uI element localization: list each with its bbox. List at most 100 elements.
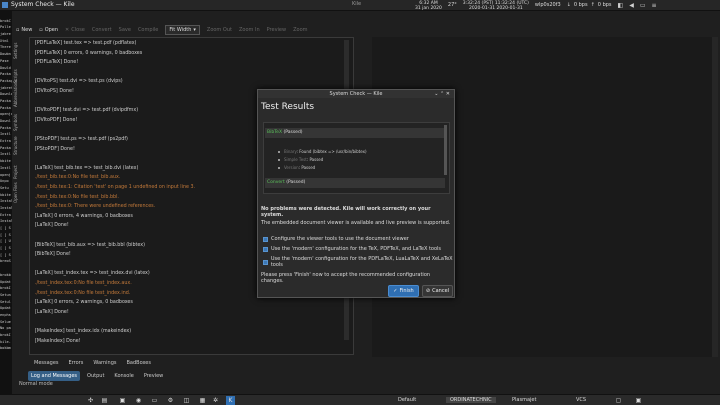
active-window-title: System Check — Kile bbox=[11, 1, 75, 8]
terminal-line: Downlo bbox=[0, 92, 12, 97]
app-grid-icon[interactable]: ▦ bbox=[198, 396, 207, 405]
terminal-panel[interactable]: brokC Polle jabre Xtml There Dowbn Pase Dowld Pa… bbox=[0, 11, 12, 394]
cancel-button[interactable]: ⊘ Cancel bbox=[422, 285, 453, 297]
side-tab[interactable]: Open Files bbox=[13, 182, 18, 203]
side-tab[interactable]: Project bbox=[13, 165, 18, 179]
minimize-icon[interactable]: ⌄ bbox=[434, 91, 438, 97]
network-icon[interactable]: ◧ bbox=[618, 2, 624, 9]
tab-konsole[interactable]: Konsole bbox=[111, 371, 136, 381]
cancel-icon: ⊘ bbox=[425, 288, 431, 294]
tab-preview[interactable]: Preview bbox=[141, 371, 166, 381]
new-icon: ▫ bbox=[16, 26, 20, 33]
terminal-line: Instl bbox=[0, 152, 11, 157]
terminal-line: [ ] U bbox=[0, 239, 11, 244]
tab-badboxes[interactable]: BadBoxes bbox=[127, 360, 152, 366]
workspace-default[interactable]: Default bbox=[398, 397, 416, 403]
save-button[interactable]: Save bbox=[119, 27, 131, 33]
log-line: [PStoPDF] test.ps => test.pdf (ps2pdf) bbox=[35, 137, 128, 142]
bibtex-status: (Passed) bbox=[283, 130, 303, 135]
terminal-line: Packag bbox=[0, 78, 12, 83]
show-desktop-icon[interactable]: ▢ bbox=[614, 396, 623, 405]
tab-errors[interactable]: Errors bbox=[69, 360, 84, 366]
side-tab[interactable]: Structure bbox=[13, 136, 18, 155]
workspace-vcs[interactable]: VCS bbox=[576, 397, 586, 403]
files-icon[interactable]: ▤ bbox=[100, 396, 109, 405]
terminal-line: [ ] S bbox=[0, 232, 11, 237]
terminal-line: Setun bbox=[0, 292, 11, 297]
dialog-title: System Check — Kile bbox=[329, 91, 383, 97]
side-tab[interactable]: Settings bbox=[13, 43, 18, 59]
open-button[interactable]: ▫ Open bbox=[39, 27, 58, 33]
log-line: ./test_bib.tex:0: There were undefined r… bbox=[35, 204, 156, 210]
close-button[interactable]: ✕ Close bbox=[65, 27, 85, 33]
modern-pdflatex-checkbox[interactable]: Use the 'modern' configuration for the P… bbox=[263, 256, 454, 268]
log-line: ./test_index.tex:0:No file test_index.au… bbox=[35, 281, 132, 286]
message-tabs: Messages Errors Warnings BadBoxes bbox=[34, 360, 151, 366]
terminal-icon[interactable]: ▣ bbox=[118, 396, 127, 405]
log-line: [PDFLaTeX] test.tex => test.pdf (pdflate… bbox=[35, 41, 137, 46]
preview-button[interactable]: Preview bbox=[267, 27, 286, 33]
tab-output[interactable]: Output bbox=[84, 371, 107, 381]
zoom-in-button[interactable]: Zoom In bbox=[239, 27, 260, 33]
tab-log-messages[interactable]: Log and Messages bbox=[28, 371, 81, 381]
side-tab[interactable]: Scripts bbox=[13, 69, 18, 83]
volume-icon[interactable]: ◀ bbox=[629, 2, 634, 9]
terminal-line: Instl bbox=[0, 132, 11, 137]
dolphin-icon[interactable]: ▭ bbox=[150, 396, 159, 405]
monitor-icon[interactable]: ◫ bbox=[182, 396, 191, 405]
modern-tex-checkbox[interactable]: Use the 'modern' configuration for the T… bbox=[263, 246, 441, 252]
dialog-titlebar: System Check — Kile ⌄ ⌃ ✕ bbox=[258, 90, 454, 98]
terminal-line: Downl bbox=[0, 119, 11, 123]
pager-icon[interactable]: ▣ bbox=[634, 396, 643, 405]
side-tab[interactable]: Abbreviations bbox=[13, 79, 18, 107]
viewer-scrollbar[interactable] bbox=[712, 37, 718, 357]
battery-icon[interactable]: ▭ bbox=[640, 2, 646, 9]
kile-task-icon[interactable]: K bbox=[226, 396, 235, 405]
side-tab[interactable]: Symbols bbox=[13, 114, 18, 131]
terminal-line: Dowld bbox=[0, 65, 11, 70]
terminal-line: Selue bbox=[0, 319, 11, 324]
log-line: ./test_bib.tex:0:No file test_bib.aux. bbox=[35, 175, 121, 181]
settings-icon[interactable]: ⚙ bbox=[166, 396, 175, 405]
checkbox-checked-icon bbox=[263, 259, 268, 265]
terminal-line: brokI bbox=[0, 286, 11, 291]
zoom-button[interactable]: Zoom bbox=[293, 27, 307, 33]
launcher-icon[interactable]: ✣ bbox=[86, 396, 95, 405]
log-line: [DVItoPDF] Done! bbox=[35, 117, 78, 123]
finish-button[interactable]: ✓ Finish bbox=[388, 285, 419, 297]
browser-icon[interactable]: ◉ bbox=[134, 396, 143, 405]
results-scrollbar[interactable] bbox=[444, 125, 447, 175]
terminal-line: kbite bbox=[0, 159, 11, 164]
system-check-dialog: System Check — Kile ⌄ ⌃ ✕ Test Results B… bbox=[257, 89, 455, 298]
fit-width-select[interactable]: Fit Width ▾ bbox=[165, 24, 200, 35]
log-line: [MakeIndex] Done! bbox=[35, 338, 81, 344]
zoom-out-button[interactable]: Zoom Out bbox=[207, 27, 232, 33]
menu-icon[interactable]: ≡ bbox=[652, 2, 657, 9]
workspace-ordinatechnic[interactable]: ORDINATECHNIC bbox=[446, 397, 496, 403]
tab-warnings[interactable]: Warnings bbox=[93, 360, 116, 366]
terminal-line: Pase bbox=[0, 58, 9, 63]
terminal-line: jabre bbox=[0, 32, 11, 37]
terminal-line: Polle bbox=[0, 25, 11, 30]
convert-button[interactable]: Convert bbox=[92, 27, 112, 33]
terminal-line: [ ] S bbox=[0, 226, 11, 230]
terminal-line: kile- bbox=[0, 339, 11, 344]
bibtex-items: Binary: Found (bibtex => /usr/bin/bibtex… bbox=[278, 148, 367, 172]
net-down: 0 bps bbox=[573, 2, 588, 8]
workspace-plasmajet[interactable]: Plasmajet bbox=[512, 397, 536, 403]
log-line: [LaTeX] test_index.tex => test_index.dvi… bbox=[35, 271, 150, 277]
new-button[interactable]: ▫ New bbox=[16, 27, 32, 33]
result-item: Simple Test: Passed bbox=[278, 156, 367, 164]
terminal-line: Instl bbox=[0, 165, 11, 170]
terminal-line: bokbm bbox=[0, 346, 11, 351]
results-list[interactable]: BibTeX (Passed) Binary: Found (bibtex =>… bbox=[263, 122, 450, 194]
gear-icon[interactable]: ✲ bbox=[211, 396, 220, 405]
weather[interactable]: 27° bbox=[448, 0, 457, 11]
close-dialog-icon[interactable]: ✕ bbox=[446, 91, 450, 97]
network-iface: wlp0s20f3 bbox=[534, 2, 561, 8]
compile-button[interactable]: Compile bbox=[138, 27, 158, 33]
viewer-tools-checkbox[interactable]: Configure the viewer tools to use the do… bbox=[263, 236, 409, 242]
tab-messages[interactable]: Messages bbox=[34, 360, 59, 366]
maximize-icon[interactable]: ⌃ bbox=[440, 91, 444, 97]
